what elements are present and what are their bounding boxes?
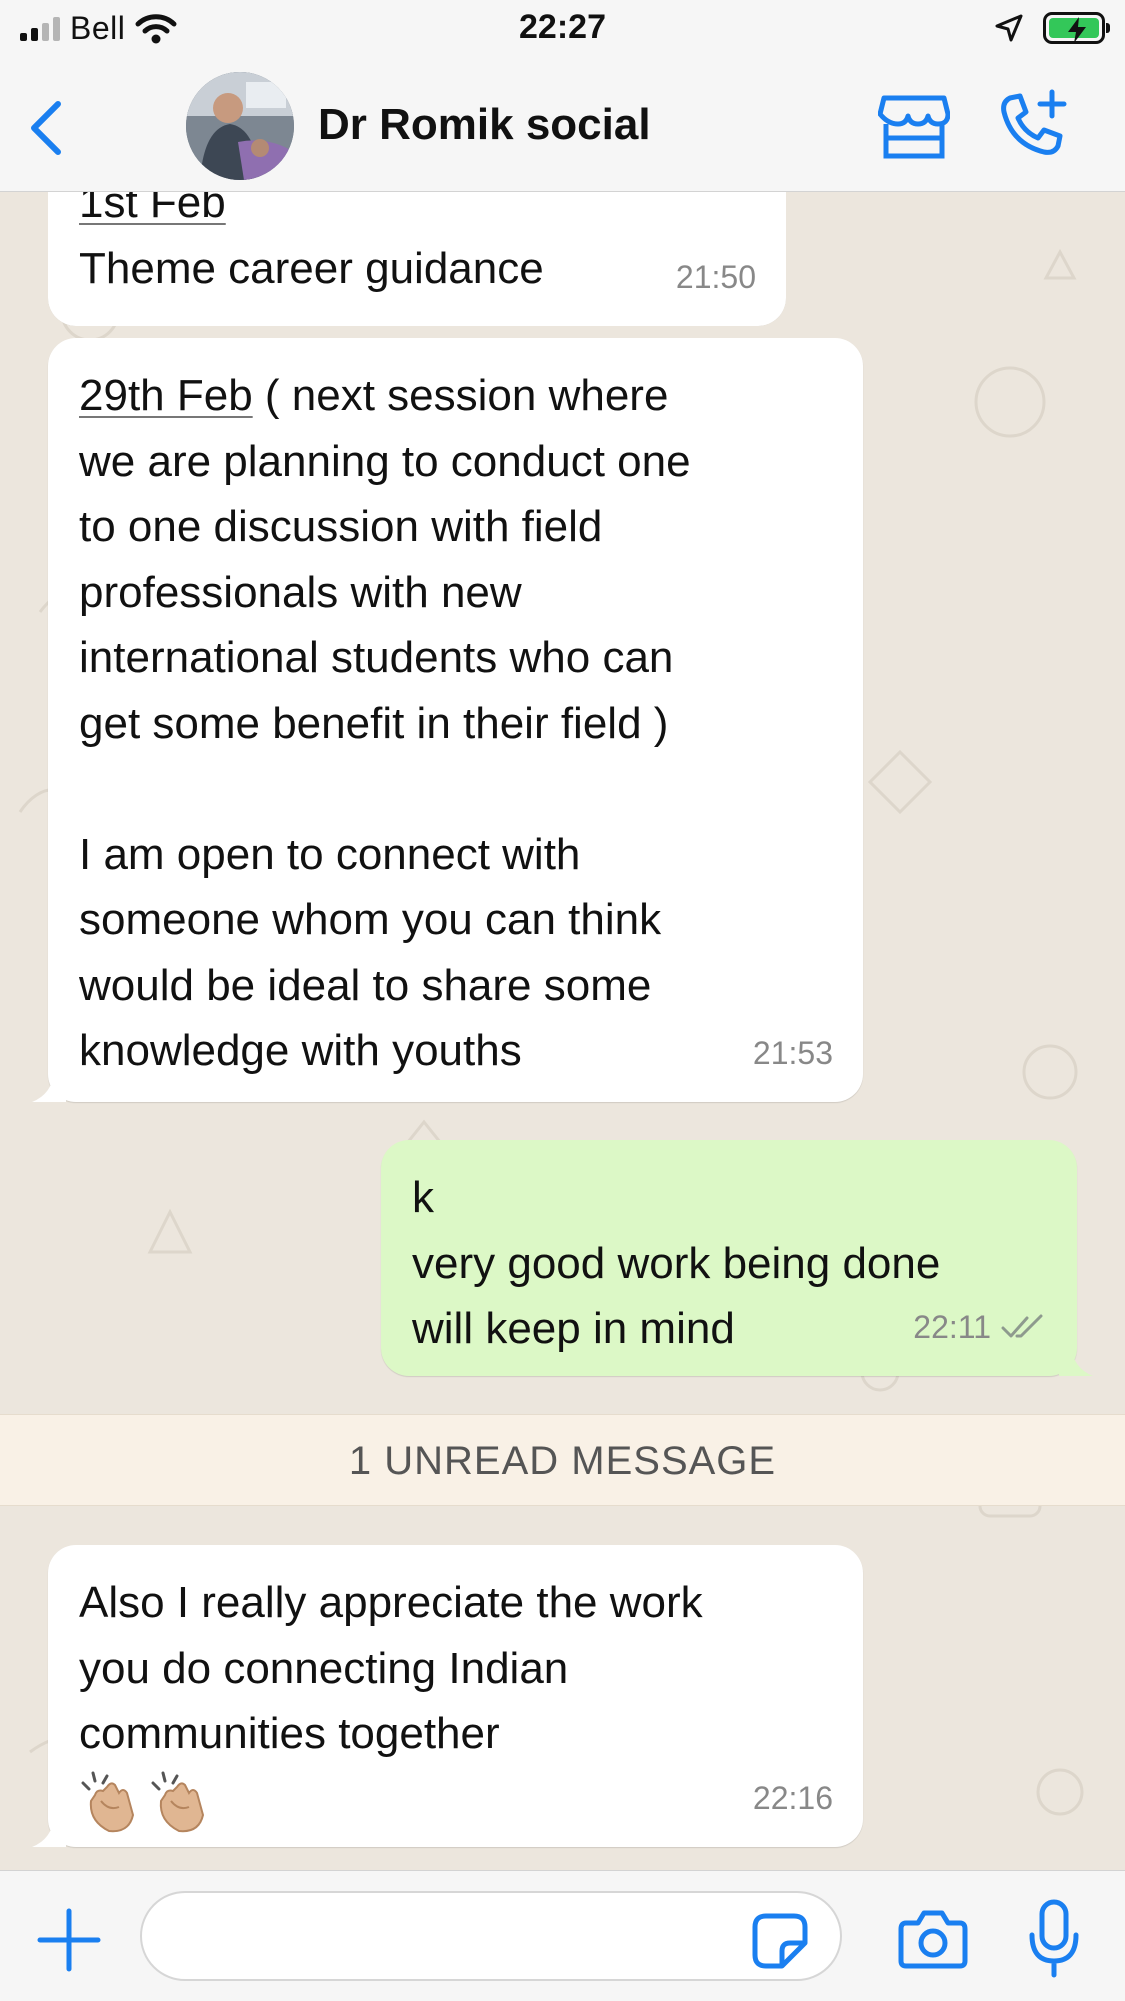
message-time: 21:53	[752, 1034, 833, 1071]
location-arrow-icon	[995, 14, 1023, 42]
phone-plus-icon[interactable]	[996, 88, 1068, 160]
message-text: Also I really appreciate the work you do…	[79, 1578, 703, 1758]
microphone-icon[interactable]	[1028, 1899, 1080, 1979]
status-time: 22:27	[519, 8, 606, 46]
emoji-row	[79, 1771, 833, 1835]
bubble-tail	[32, 1817, 66, 1847]
chat-screen: Bell 22:27 Dr Romik social 1st Feb Theme…	[0, 0, 1125, 2001]
contact-avatar[interactable]	[186, 72, 294, 180]
message-time: 22:16	[752, 1779, 833, 1816]
date-link[interactable]: 29th Feb	[79, 371, 253, 420]
camera-icon[interactable]	[898, 1909, 968, 1969]
sticker-icon[interactable]	[752, 1913, 808, 1969]
message-meta: 22:16	[753, 1766, 833, 1832]
message-input-bar	[0, 1870, 1125, 2001]
bubble-tail	[32, 1072, 66, 1102]
message-meta: 22:11	[913, 1295, 1047, 1361]
message-meta: 21:53	[753, 1021, 833, 1087]
message-time: 21:50	[675, 258, 756, 295]
clapping-hands-emoji	[151, 1771, 205, 1832]
plus-icon[interactable]	[36, 1907, 102, 1973]
status-right	[995, 12, 1110, 44]
message-incoming[interactable]: 29th Feb ( next session where we are pla…	[32, 338, 863, 1102]
message-meta: 21:50	[676, 245, 756, 311]
message-outgoing[interactable]: k very good work being done will keep in…	[381, 1140, 1093, 1376]
message-input[interactable]	[140, 1891, 842, 1981]
status-bar: Bell 22:27	[0, 0, 1125, 64]
clapping-hands-emoji	[81, 1771, 135, 1832]
message-time: 22:11	[913, 1308, 991, 1345]
contact-name[interactable]: Dr Romik social	[318, 100, 651, 150]
unread-messages-banner: 1 UNREAD MESSAGE	[0, 1414, 1125, 1506]
bubble-tail	[1059, 1346, 1093, 1376]
chevron-left-icon[interactable]	[22, 96, 72, 160]
battery-charging-icon	[1043, 12, 1110, 44]
message-incoming[interactable]: Also I really appreciate the work you do…	[32, 1545, 863, 1847]
message-text: 29th Feb ( next session where we are pla…	[79, 371, 691, 1075]
chat-header: Dr Romik social	[0, 64, 1125, 192]
double-check-icon	[1001, 1314, 1043, 1338]
storefront-icon[interactable]	[878, 94, 950, 160]
